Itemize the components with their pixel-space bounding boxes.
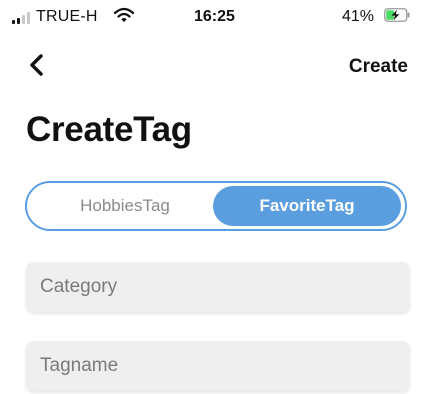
category-input[interactable] xyxy=(26,262,410,312)
signal-icon xyxy=(12,12,32,24)
battery-charging-icon xyxy=(384,8,410,22)
create-button[interactable]: Create xyxy=(349,56,408,78)
status-bar: TRUE-H 16:25 41% xyxy=(0,0,425,34)
wifi-icon xyxy=(114,7,134,22)
tagname-input[interactable] xyxy=(26,341,410,391)
status-time: 16:25 xyxy=(194,8,235,25)
segment-favorite-tag[interactable]: FavoriteTag xyxy=(213,186,401,226)
back-button[interactable] xyxy=(24,52,50,78)
chevron-left-icon xyxy=(30,54,43,76)
segment-hobbies-tag[interactable]: HobbiesTag xyxy=(31,186,219,226)
carrier-name: TRUE-H xyxy=(36,8,98,25)
battery-percent: 41% xyxy=(342,8,375,25)
page-title: CreateTag xyxy=(26,110,192,149)
tag-type-segmented-control: HobbiesTag FavoriteTag xyxy=(25,181,407,231)
